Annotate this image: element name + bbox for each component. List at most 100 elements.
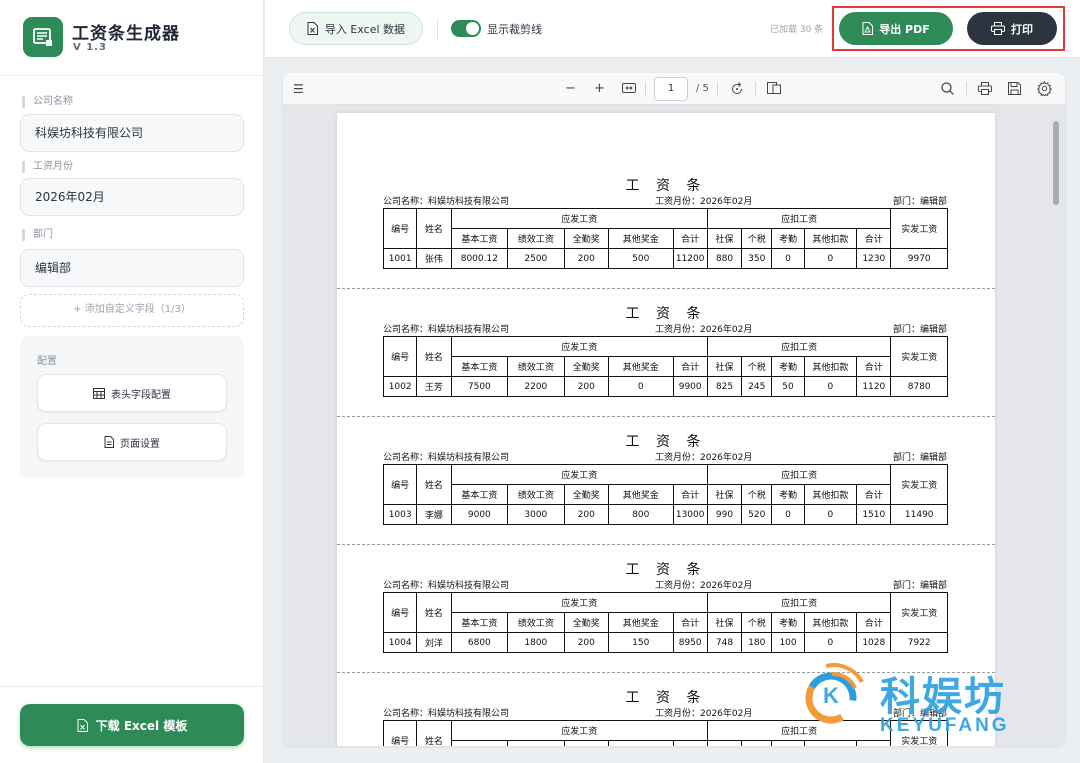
header-cell: 编号 [382, 464, 418, 505]
crop-lines-label: 显示裁剪线 [487, 23, 542, 36]
header-cell: 合计 [672, 356, 708, 377]
add-custom-field-button[interactable]: + 添加自定义字段（1/3） [20, 294, 244, 327]
table-cell: 0 [803, 632, 858, 653]
download-label: 下载 Excel 模板 [95, 718, 188, 733]
company-text: 公司名称：科娱坊科技有限公司 [383, 197, 510, 207]
department-input[interactable]: 编辑部 [20, 249, 244, 287]
config-title: 配置 [37, 356, 57, 367]
header-cell: 应扣工资 [706, 592, 892, 613]
payslip-title: 工 资 条 [625, 306, 707, 322]
divider [966, 82, 967, 96]
company-input[interactable]: 科娱坊科技有限公司 [20, 114, 244, 152]
app-title: 工资条生成器 [72, 24, 180, 44]
header-cell: 应扣工资 [706, 208, 892, 229]
header-cell: 姓名 [416, 336, 452, 377]
header-cell: 绩效工资 [507, 228, 565, 249]
zoom-out-icon[interactable]: − [565, 80, 576, 98]
header-cell: 个税 [741, 612, 773, 633]
app-logo [23, 17, 63, 57]
config-panel: 配置 表头字段配置 页面设置 [20, 336, 244, 478]
header-cell: 其他扣款 [803, 740, 858, 746]
header-cell: 基本工资 [450, 484, 509, 505]
company-label: 公司名称 [22, 96, 73, 108]
scrollbar[interactable] [1053, 121, 1059, 205]
search-icon[interactable] [941, 82, 954, 101]
header-cell: 其他扣款 [803, 228, 858, 249]
header-cell: 个税 [741, 228, 773, 249]
payslip: 工 资 条公司名称：科娱坊科技有限公司 工资月份：2026年02月 部门：编辑部 编号… [337, 417, 995, 545]
table-cell: 0 [803, 248, 858, 269]
page-settings-label: 页面设置 [120, 438, 160, 450]
table-cell: 990 [706, 504, 743, 525]
header-cell: 个税 [741, 356, 773, 377]
fit-page-icon[interactable] [622, 82, 636, 100]
header-cell: 应发工资 [450, 592, 708, 613]
header-cell: 编号 [382, 720, 418, 746]
table-row: 1003 李娜 9000 3000 200 800 13000 990 520 0 0 1510 114… [382, 504, 948, 525]
crop-lines-toggle[interactable] [451, 20, 481, 37]
header-cell: 考勤 [771, 740, 805, 746]
payslip-title: 工 资 条 [625, 434, 707, 450]
header-cell: 社保 [706, 740, 743, 746]
header-row: 基本工资绩效工资全勤奖其他奖金合计社保个税考勤其他扣款合计 [384, 612, 948, 633]
header-cell: 考勤 [771, 612, 805, 633]
header-cell: 合计 [672, 484, 708, 505]
header-cell: 绩效工资 [507, 612, 565, 633]
header-cell: 全勤奖 [563, 612, 609, 633]
header-cell: 全勤奖 [563, 740, 609, 746]
page-number-input[interactable]: 1 [654, 77, 688, 101]
save-icon[interactable] [1008, 82, 1021, 101]
payslip: 工 资 条公司名称：科娱坊科技有限公司 工资月份：2026年02月 部门：编辑部 编号… [337, 289, 995, 417]
settings-gear-icon[interactable] [1036, 80, 1052, 102]
table-cell: 1002 [382, 376, 418, 397]
table-cell: 刘洋 [416, 632, 452, 653]
sidebar-toggle-icon[interactable]: ☰ [293, 80, 304, 98]
rotate-icon[interactable] [730, 82, 744, 102]
header-cell: 其他扣款 [803, 356, 858, 377]
month-text: 工资月份：2026年02月 [655, 453, 753, 463]
table-cell: 8000.12 [450, 248, 509, 269]
header-cell: 绩效工资 [507, 740, 565, 746]
table-icon [93, 387, 105, 399]
divider [755, 82, 756, 96]
header-cell: 其他扣款 [803, 612, 858, 633]
table-cell: 200 [563, 248, 609, 269]
header-cell: 应发工资 [450, 464, 708, 485]
top-toolbar: 导入 Excel 数据 显示裁剪线 已加载 30 条 导出 PDF 打印 [265, 0, 1080, 58]
page-settings-button[interactable]: 页面设置 [37, 423, 227, 461]
pdf-viewer: ☰ − + 1 / 5 工 资 条公司名称：科娱坊科技有限公司 工资月份：202… [283, 73, 1065, 746]
header-cell: 全勤奖 [563, 484, 609, 505]
payslip-icon [33, 28, 52, 46]
header-cell: 全勤奖 [563, 356, 609, 377]
header-cell: 应扣工资 [706, 464, 892, 485]
zoom-in-icon[interactable]: + [594, 80, 605, 98]
table-cell: 520 [741, 504, 773, 525]
month-text: 工资月份：2026年02月 [655, 709, 753, 719]
header-cell: 实发工资 [890, 208, 948, 249]
header-cell: 姓名 [416, 208, 452, 249]
month-text: 工资月份：2026年02月 [655, 325, 753, 335]
table-cell: 11490 [890, 504, 948, 525]
payslip-table: 编号姓名应发工资应扣工资实发工资基本工资绩效工资全勤奖其他奖金合计社保个税考勤其… [382, 336, 948, 397]
document-properties-icon[interactable] [767, 82, 781, 100]
header-cell: 社保 [706, 228, 743, 249]
header-row: 编号 姓名 应发工资 应扣工资 实发工资 [382, 336, 948, 377]
header-cell: 个税 [741, 740, 773, 746]
month-input[interactable]: 2026年02月 [20, 178, 244, 216]
import-excel-button[interactable]: 导入 Excel 数据 [289, 12, 423, 45]
download-excel-template-button[interactable]: 下载 Excel 模板 [20, 704, 244, 746]
watermark-mark: K [823, 683, 839, 708]
payslip-table: 编号姓名应发工资应扣工资实发工资基本工资绩效工资全勤奖其他奖金合计社保个税考勤其… [382, 208, 948, 269]
header-row: 基本工资绩效工资全勤奖其他奖金合计社保个税考勤其他扣款合计 [384, 484, 948, 505]
table-cell: 3000 [507, 504, 565, 525]
header-row: 基本工资绩效工资全勤奖其他奖金合计社保个税考勤其他扣款合计 [384, 356, 948, 377]
table-cell: 0 [771, 248, 805, 269]
payslip-info: 公司名称：科娱坊科技有限公司 工资月份：2026年02月 部门：编辑部 [383, 706, 947, 719]
table-cell: 6800 [450, 632, 509, 653]
table-cell: 1230 [856, 248, 892, 269]
header-config-button[interactable]: 表头字段配置 [37, 374, 227, 412]
header-cell: 基本工资 [450, 356, 509, 377]
table-cell: 748 [706, 632, 743, 653]
import-label: 导入 Excel 数据 [324, 22, 406, 36]
printer-icon[interactable] [978, 82, 992, 101]
